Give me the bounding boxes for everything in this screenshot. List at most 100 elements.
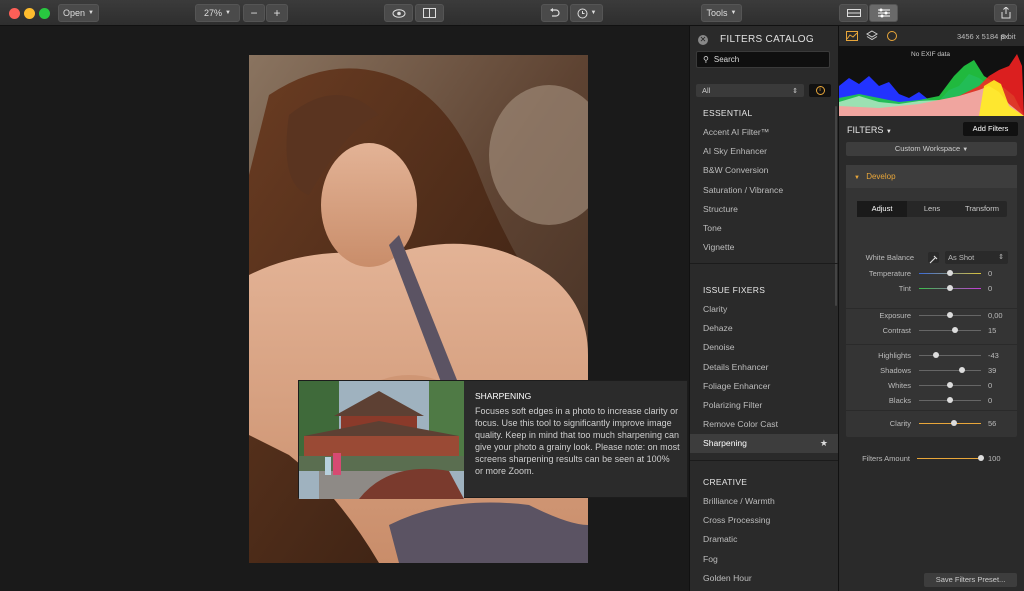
layers-icon[interactable] xyxy=(866,30,878,41)
zoom-select[interactable]: 27% ▼ xyxy=(195,4,240,22)
catalog-item-label: Golden Hour xyxy=(703,572,752,583)
adjustments-view-button[interactable] xyxy=(869,4,898,22)
updown-chevron-icon: ⇕ xyxy=(792,87,798,95)
catalog-item-label: Brilliance / Warmth xyxy=(703,496,775,506)
catalog-item[interactable]: Vignette xyxy=(690,238,838,257)
slider-knob[interactable] xyxy=(947,397,953,403)
history-button[interactable]: ▼ xyxy=(570,4,603,22)
layers-view-button[interactable] xyxy=(839,4,868,22)
catalog-item-label: Foliage Enhancer xyxy=(703,380,771,391)
close-window-button[interactable] xyxy=(9,8,20,19)
catalog-category-select[interactable]: All ⇕ xyxy=(696,84,804,97)
catalog-search-input[interactable]: ⚲ Search xyxy=(696,51,830,68)
catalog-item[interactable]: Saturation / Vibrance xyxy=(690,181,838,200)
minimize-window-button[interactable] xyxy=(24,8,35,19)
tab-lens[interactable]: Lens xyxy=(907,201,957,217)
catalog-item[interactable]: Denoise xyxy=(690,338,838,357)
slider-knob[interactable] xyxy=(933,352,940,358)
adjust-slider[interactable] xyxy=(919,367,981,373)
slider-knob[interactable] xyxy=(958,367,965,373)
adjust-slider[interactable] xyxy=(919,270,981,276)
adjust-slider[interactable] xyxy=(919,420,981,426)
eyedropper-button[interactable] xyxy=(928,252,939,264)
slider-knob[interactable] xyxy=(947,285,953,291)
slider-value: 15 xyxy=(988,326,997,335)
search-icon: ⚲ xyxy=(703,55,709,64)
filters-amount-slider[interactable] xyxy=(917,455,984,461)
tools-button[interactable]: Tools ▼ xyxy=(701,4,742,22)
catalog-item[interactable]: Brilliance / Warmth xyxy=(690,492,838,511)
adjust-slider[interactable] xyxy=(919,382,981,388)
adjust-slider[interactable] xyxy=(919,285,981,291)
histogram-icon[interactable] xyxy=(846,31,858,41)
catalog-item[interactable]: Dehaze xyxy=(690,319,838,338)
catalog-item[interactable]: Details Enhancer xyxy=(690,358,838,377)
layers-panel-icon xyxy=(846,9,861,17)
catalog-item[interactable]: Structure xyxy=(690,200,838,219)
preview-button[interactable] xyxy=(384,4,413,22)
tab-adjust[interactable]: Adjust xyxy=(857,201,907,217)
close-catalog-button[interactable]: ✕ xyxy=(698,35,708,45)
slider-knob[interactable] xyxy=(978,455,984,461)
adjust-slider[interactable] xyxy=(919,397,981,403)
image-canvas[interactable]: SHARPENING Focuses soft edges in a photo… xyxy=(0,26,689,591)
catalog-item[interactable]: Clarity xyxy=(690,300,838,319)
tab-transform[interactable]: Transform xyxy=(957,201,1007,217)
divider xyxy=(846,308,1017,309)
filters-amount-value: 100 xyxy=(988,454,1001,463)
slider-knob[interactable] xyxy=(947,312,953,318)
white-balance-select[interactable]: As Shot ⇕ xyxy=(945,251,1008,264)
catalog-item-label: Cross Processing xyxy=(703,515,771,526)
catalog-item[interactable]: AI Sky Enhancer xyxy=(690,142,838,161)
compare-button[interactable] xyxy=(415,4,444,22)
catalog-item-label: Denoise xyxy=(703,342,735,353)
catalog-item-label: Structure xyxy=(703,203,738,214)
slider-label: Whites xyxy=(888,381,911,390)
maximize-window-button[interactable] xyxy=(39,8,50,19)
slider-knob[interactable] xyxy=(947,382,953,388)
minus-icon: − xyxy=(250,6,258,20)
catalog-info-button[interactable]: i xyxy=(809,84,831,97)
sliders-icon xyxy=(877,8,890,18)
slider-knob[interactable] xyxy=(947,270,953,276)
filters-menu[interactable]: FILTERS ▼ xyxy=(847,125,892,135)
open-button[interactable]: Open ▼ xyxy=(58,4,99,22)
catalog-item[interactable]: Foliage Enhancer xyxy=(690,377,838,396)
catalog-item[interactable]: Accent AI Filter™ xyxy=(690,123,838,142)
slider-knob[interactable] xyxy=(950,420,957,426)
catalog-item[interactable]: Tone xyxy=(690,219,838,238)
develop-header[interactable]: ▼ Develop xyxy=(846,165,1017,188)
catalog-item[interactable]: B&W Conversion xyxy=(690,161,838,180)
workspace-select[interactable]: Custom Workspace ▼ xyxy=(846,142,1017,156)
catalog-item[interactable]: Dramatic xyxy=(690,530,838,549)
adjust-slider[interactable] xyxy=(919,312,981,318)
catalog-item[interactable]: Cross Processing xyxy=(690,511,838,530)
slider-knob[interactable] xyxy=(951,327,958,333)
filters-catalog-panel: ✕ FILTERS CATALOG ⚲ Search All ⇕ i ESSEN… xyxy=(689,26,839,591)
catalog-divider xyxy=(690,263,838,265)
add-filters-button[interactable]: Add Filters xyxy=(963,122,1018,136)
zoom-out-button[interactable]: − xyxy=(243,4,265,22)
catalog-item-label: Tone xyxy=(703,223,722,233)
zoom-in-button[interactable]: + xyxy=(266,4,288,22)
favorite-star-icon[interactable]: ★ xyxy=(820,434,828,453)
tools-label: Tools xyxy=(706,8,728,18)
undo-icon xyxy=(550,8,560,17)
catalog-item[interactable]: Fog xyxy=(690,550,838,569)
undo-button[interactable] xyxy=(541,4,568,22)
save-filters-preset-button[interactable]: Save Filters Preset... xyxy=(924,573,1017,587)
share-button[interactable] xyxy=(994,4,1017,22)
catalog-item[interactable]: Polarizing Filter xyxy=(690,396,838,415)
toolbar: Open ▼ 27% ▼ − + ▼ Tools ▼ xyxy=(0,0,1024,26)
catalog-item[interactable]: Golden Hour xyxy=(690,569,838,588)
slider-value: 0 xyxy=(988,396,993,405)
catalog-item[interactable]: Remove Color Cast xyxy=(690,415,838,434)
info-icon[interactable] xyxy=(887,31,897,41)
tooltip-preview-image xyxy=(299,381,464,499)
adjust-slider[interactable] xyxy=(919,327,981,333)
slider-label: Exposure xyxy=(879,311,911,320)
catalog-item[interactable]: Sharpening ★ xyxy=(690,434,838,454)
white-balance-value: As Shot xyxy=(948,253,975,262)
catalog-item-label: Clarity xyxy=(703,304,728,314)
adjust-slider[interactable] xyxy=(919,352,981,358)
